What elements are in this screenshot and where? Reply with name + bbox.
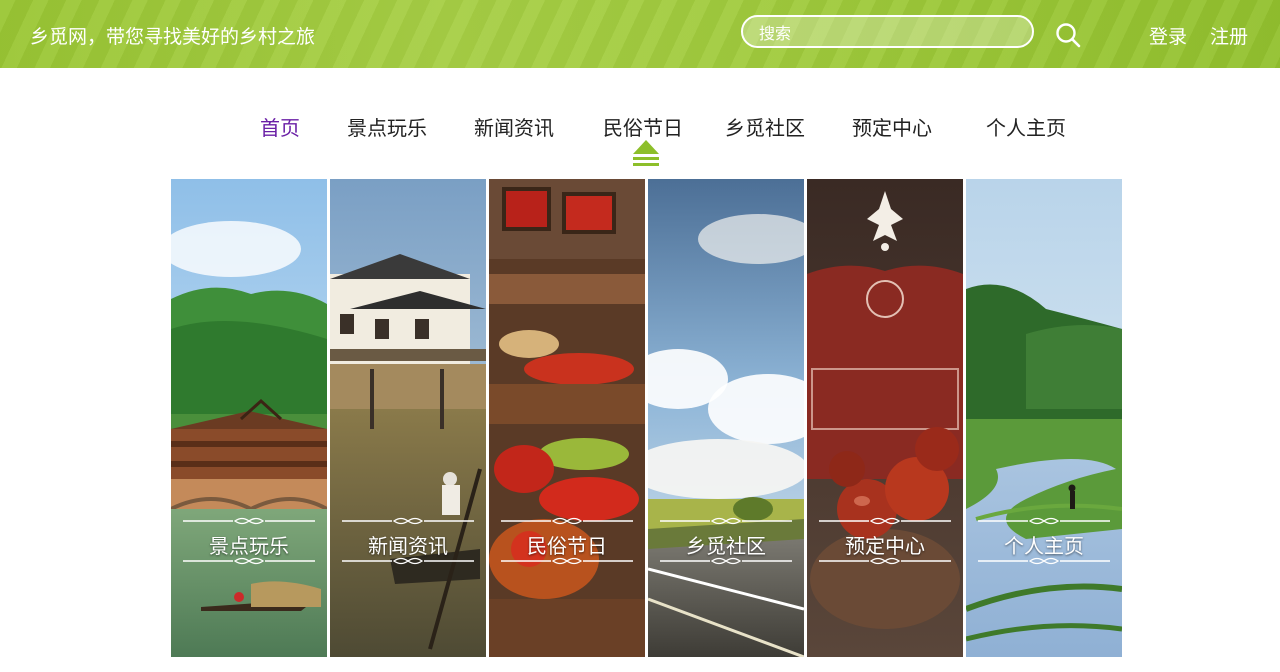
panel-label: 景点玩乐	[209, 534, 289, 558]
nav-item-news[interactable]: 新闻资讯	[474, 112, 554, 141]
ornament-divider-icon	[501, 557, 633, 565]
ornament-divider-icon	[978, 517, 1110, 525]
news-photo	[330, 179, 486, 657]
panel-community[interactable]: 乡觅社区	[648, 179, 804, 657]
nav-item-booking[interactable]: 预定中心	[852, 112, 932, 141]
panel-label: 个人主页	[1004, 534, 1084, 558]
search-icon[interactable]	[1055, 22, 1081, 48]
search-box[interactable]	[741, 15, 1034, 48]
ornament-divider-icon	[342, 517, 474, 525]
panel-label: 乡觅社区	[686, 534, 766, 558]
nav-item-profile[interactable]: 个人主页	[986, 112, 1066, 141]
panel-caption: 新闻资讯	[330, 516, 486, 566]
ornament-divider-icon	[660, 517, 792, 525]
ornament-divider-icon	[342, 557, 474, 565]
ornament-divider-icon	[819, 517, 951, 525]
ornament-divider-icon	[183, 517, 315, 525]
login-link[interactable]: 登录	[1149, 22, 1187, 49]
folk-festivals-photo	[489, 179, 645, 657]
top-bar: 乡觅网，带您寻找美好的乡村之旅 登录 注册	[0, 0, 1280, 68]
nav-hover-indicator-icon	[633, 140, 659, 166]
booking-photo	[807, 179, 963, 657]
site-slogan: 乡觅网，带您寻找美好的乡村之旅	[30, 26, 316, 48]
nav-item-home[interactable]: 首页	[260, 112, 300, 141]
community-photo	[648, 179, 804, 657]
search-input[interactable]	[757, 21, 1021, 45]
panel-caption: 乡觅社区	[648, 516, 804, 566]
nav-item-attractions[interactable]: 景点玩乐	[347, 112, 427, 141]
ornament-divider-icon	[660, 557, 792, 565]
ornament-divider-icon	[501, 517, 633, 525]
panel-attractions[interactable]: 景点玩乐	[171, 179, 327, 657]
panel-caption: 景点玩乐	[171, 516, 327, 566]
panel-caption: 民俗节日	[489, 516, 645, 566]
panel-profile[interactable]: 个人主页	[966, 179, 1122, 657]
panel-booking[interactable]: 预定中心	[807, 179, 963, 657]
register-link[interactable]: 注册	[1210, 22, 1248, 49]
nav-item-community[interactable]: 乡觅社区	[725, 112, 805, 141]
panel-folk-festivals[interactable]: 民俗节日	[489, 179, 645, 657]
panel-news[interactable]: 新闻资讯	[330, 179, 486, 657]
panel-label: 民俗节日	[527, 534, 607, 558]
attractions-photo	[171, 179, 327, 657]
profile-photo	[966, 179, 1122, 657]
panel-label: 新闻资讯	[368, 534, 448, 558]
panel-caption: 预定中心	[807, 516, 963, 566]
panel-caption: 个人主页	[966, 516, 1122, 566]
panel-label: 预定中心	[845, 534, 925, 558]
ornament-divider-icon	[183, 557, 315, 565]
ornament-divider-icon	[819, 557, 951, 565]
ornament-divider-icon	[978, 557, 1110, 565]
nav-item-folk-festivals[interactable]: 民俗节日	[603, 112, 683, 141]
